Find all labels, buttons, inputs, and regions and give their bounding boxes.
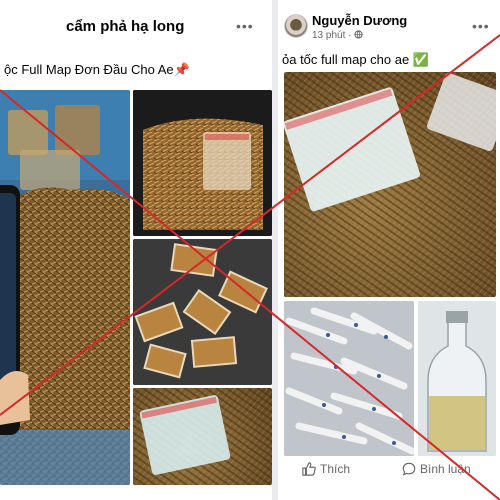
comment-label: Bình luận [420, 462, 471, 476]
comment-bubble-icon [402, 462, 416, 476]
tobacco-pile-photo [0, 90, 130, 485]
pushpin-icon: 📌 [173, 62, 190, 77]
comment-button[interactable]: Bình luận [402, 462, 471, 476]
post-photo-cigarettes[interactable] [284, 301, 414, 456]
cigarette-filters-photo [284, 301, 414, 456]
more-options-icon[interactable]: ••• [472, 18, 490, 34]
post-photo-bottle[interactable] [418, 301, 496, 456]
check-mark-icon: ✅ [412, 52, 430, 67]
author-name[interactable]: Nguyễn Dương [312, 13, 407, 28]
post-photo-packets[interactable] [133, 239, 272, 385]
bags-on-tobacco-photo [284, 72, 496, 212]
avatar[interactable] [284, 14, 308, 38]
post-meta: 13 phút · [312, 30, 363, 41]
thumbs-up-icon [302, 462, 316, 476]
powder-pouch-photo [139, 395, 231, 475]
globe-icon: · [348, 30, 363, 41]
left-post-card: cẩm phả hạ long ••• ộc Full Map Đơn Đầu … [0, 0, 272, 500]
like-label: Thích [320, 462, 351, 476]
like-button[interactable]: Thích [302, 462, 350, 476]
liquid-bottle-photo [418, 301, 496, 456]
more-options-icon[interactable]: ••• [236, 18, 254, 34]
post-caption: ộc Full Map Đơn Đầu Cho Ae📌 [4, 62, 190, 78]
post-photo-pouch[interactable] [133, 388, 272, 485]
group-name[interactable]: cẩm phả hạ long [66, 18, 184, 35]
post-caption: ỏa tốc full map cho ae ✅ [282, 52, 429, 68]
caption-text: ộc Full Map Đơn Đầu Cho Ae [4, 62, 174, 77]
post-photo-main[interactable] [0, 90, 130, 485]
tobacco-packets-photo [133, 239, 272, 385]
tobacco-bag-photo [133, 90, 272, 236]
post-photo-main[interactable] [284, 72, 496, 297]
right-post-card: Nguyễn Dương 13 phút · ••• ỏa tốc full m… [278, 0, 500, 500]
caption-text: ỏa tốc full map cho ae [282, 52, 410, 67]
post-time[interactable]: 13 phút [312, 30, 345, 41]
post-photo-bag[interactable] [133, 90, 272, 236]
